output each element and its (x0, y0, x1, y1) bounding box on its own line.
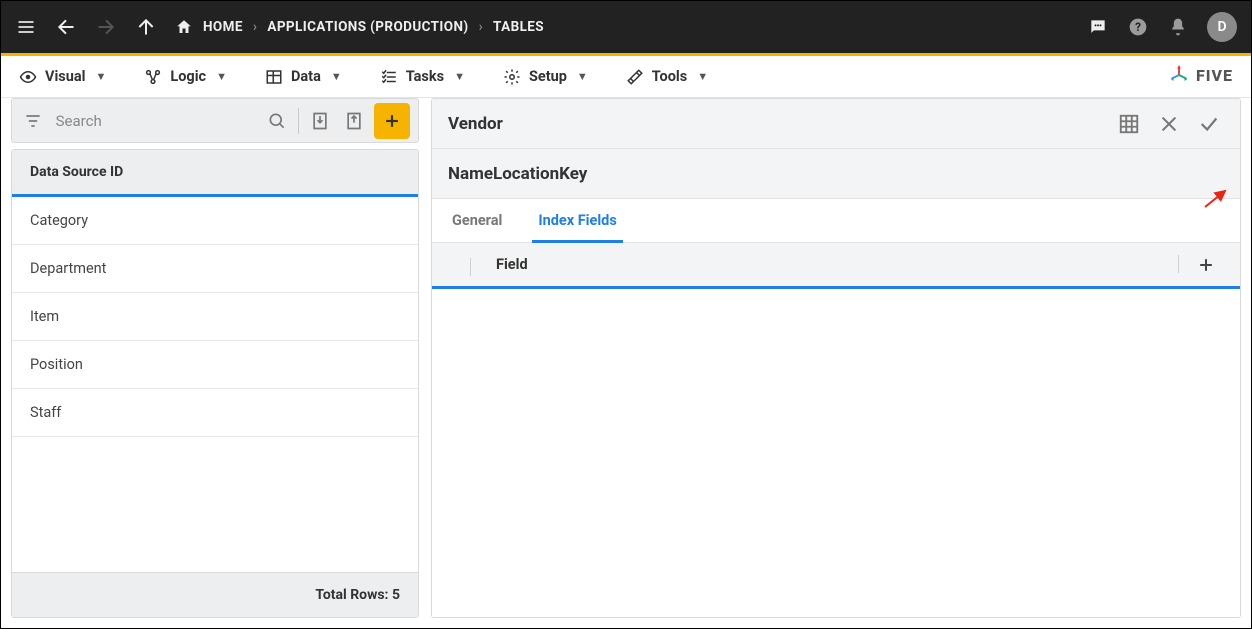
chevron-right-icon: › (253, 19, 257, 35)
menu-tools[interactable]: Tools ▼ (626, 68, 708, 86)
list-body: Category Department Item Position Staff (12, 197, 418, 572)
forward-icon (95, 16, 117, 38)
list-item[interactable]: Position (12, 341, 418, 389)
menu-label: Tasks (406, 68, 444, 85)
breadcrumb-tables[interactable]: TABLES (493, 19, 544, 35)
column-field-label: Field (452, 256, 1192, 273)
data-source-list: Data Source ID Category Department Item … (11, 149, 419, 618)
menu-visual[interactable]: Visual ▼ (19, 68, 106, 86)
panel-header-vendor: Vendor (432, 99, 1240, 149)
list-item[interactable]: Item (12, 293, 418, 341)
detail-panel: Vendor NameLocationKey (431, 98, 1241, 618)
tab-general[interactable]: General (448, 199, 506, 242)
svg-text:?: ? (1135, 20, 1141, 34)
confirm-icon[interactable] (1194, 109, 1224, 139)
panel-subtitle: NameLocationKey (448, 164, 1224, 184)
chevron-right-icon: › (479, 19, 483, 35)
divider (298, 108, 299, 134)
bell-icon[interactable] (1167, 16, 1189, 38)
caret-down-icon: ▼ (216, 70, 227, 83)
menu-logic[interactable]: Logic ▼ (144, 68, 227, 86)
panel-title: Vendor (448, 114, 1104, 134)
chat-icon[interactable] (1087, 16, 1109, 38)
field-list-empty (432, 289, 1240, 617)
list-header[interactable]: Data Source ID (12, 150, 418, 197)
menu-label: Data (291, 68, 321, 85)
list-item[interactable]: Category (12, 197, 418, 245)
menu-bar: Visual ▼ Logic ▼ Data ▼ Tasks ▼ Setup ▼ Tools… (1, 56, 1251, 98)
caret-down-icon: ▼ (331, 70, 342, 83)
brand-logo: FIVE (1168, 64, 1233, 86)
menu-setup[interactable]: Setup ▼ (503, 68, 588, 86)
list-footer: Total Rows: 5 (12, 572, 418, 617)
import-icon[interactable] (307, 108, 333, 134)
filter-icon[interactable] (20, 108, 46, 134)
menu-label: Tools (652, 68, 687, 85)
brand-text: FIVE (1196, 66, 1233, 85)
search-input[interactable] (54, 111, 257, 131)
menu-label: Setup (529, 68, 567, 85)
grid-icon[interactable] (1114, 109, 1144, 139)
home-icon[interactable] (175, 18, 193, 36)
menu-label: Visual (45, 68, 85, 85)
caret-down-icon: ▼ (454, 70, 465, 83)
breadcrumb: HOME › APPLICATIONS (PRODUCTION) › TABLE… (175, 18, 544, 36)
search-bar (11, 98, 419, 143)
add-button[interactable] (374, 103, 409, 139)
export-icon[interactable] (341, 108, 367, 134)
menu-tasks[interactable]: Tasks ▼ (380, 68, 465, 86)
menu-data[interactable]: Data ▼ (265, 68, 342, 86)
tab-index-fields[interactable]: Index Fields (534, 199, 620, 242)
search-icon[interactable] (265, 108, 291, 134)
caret-down-icon: ▼ (95, 70, 106, 83)
avatar[interactable]: D (1207, 12, 1237, 42)
app-topbar: HOME › APPLICATIONS (PRODUCTION) › TABLE… (1, 1, 1251, 53)
breadcrumb-applications[interactable]: APPLICATIONS (PRODUCTION) (267, 19, 468, 35)
panel-header-key: NameLocationKey (432, 149, 1240, 199)
help-icon[interactable]: ? (1127, 16, 1149, 38)
menu-label: Logic (170, 68, 206, 85)
list-item[interactable]: Staff (12, 389, 418, 437)
caret-down-icon: ▼ (697, 70, 708, 83)
list-item[interactable]: Department (12, 245, 418, 293)
up-icon[interactable] (135, 16, 157, 38)
field-header: Field (432, 243, 1240, 289)
add-field-button[interactable] (1192, 251, 1220, 279)
back-icon[interactable] (55, 16, 77, 38)
tab-bar: General Index Fields (432, 199, 1240, 243)
caret-down-icon: ▼ (577, 70, 588, 83)
menu-icon[interactable] (15, 16, 37, 38)
close-icon[interactable] (1154, 109, 1184, 139)
breadcrumb-home[interactable]: HOME (203, 19, 243, 35)
